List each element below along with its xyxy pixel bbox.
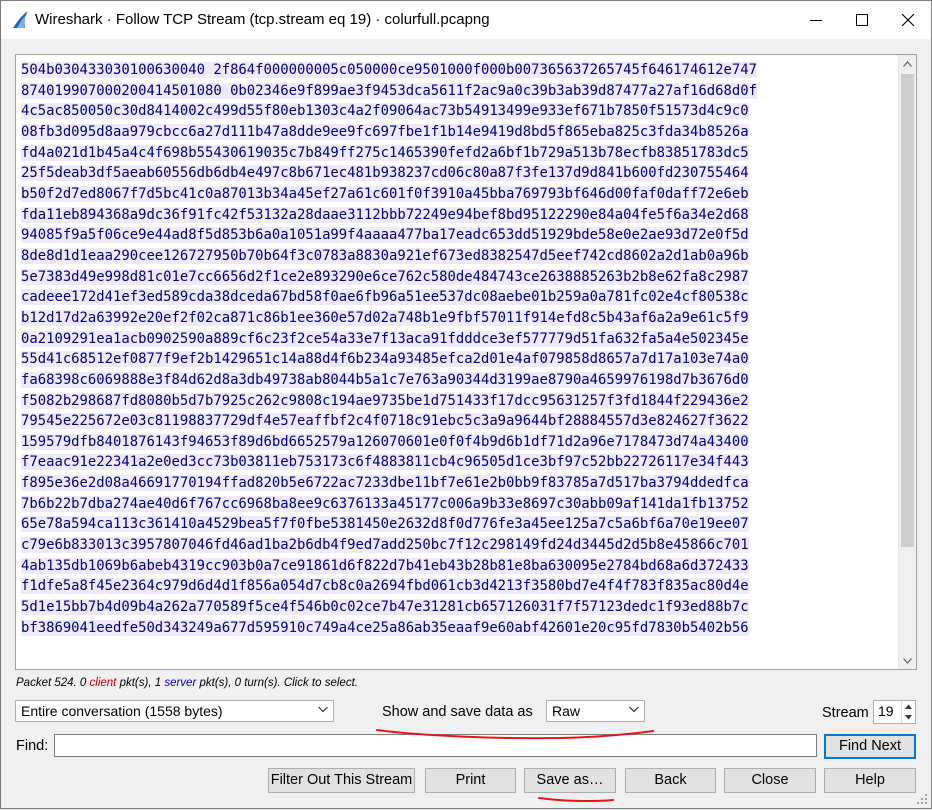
stream-line: f5082b298687fd8080b5d7b7925c262c9808c194… <box>21 392 749 409</box>
stream-status-line: Packet 524. 0 client pkt(s), 1 server pk… <box>16 677 358 689</box>
chevron-down-icon <box>629 706 639 713</box>
chevron-up-icon <box>905 704 912 709</box>
close-button[interactable]: Close <box>724 768 816 793</box>
stream-number-spinbox[interactable]: 19 <box>873 700 916 724</box>
stream-line: 65e78a594ca113c361410a4529bea5f7f0fbe538… <box>21 516 749 533</box>
title-bar[interactable]: Wireshark · Follow TCP Stream (tcp.strea… <box>1 1 931 39</box>
chevron-down-icon <box>318 706 328 713</box>
stream-number-value: 19 <box>878 703 894 719</box>
scrollbar-thumb[interactable] <box>901 74 914 547</box>
stream-line: f7eaac91e22341a2e0ed3cc73b03811eb753173c… <box>21 454 749 471</box>
minimize-button[interactable] <box>793 1 839 39</box>
follow-tcp-stream-window: Wireshark · Follow TCP Stream (tcp.strea… <box>0 0 932 809</box>
find-next-button[interactable]: Find Next <box>824 734 916 759</box>
stream-text[interactable]: 504b030433030100630040 2f864f000000005c0… <box>16 60 901 638</box>
stream-line: fda11eb894368a9dc36f91fc42f53132a28daae3… <box>21 206 749 223</box>
find-label: Find: <box>16 738 49 754</box>
stream-line: 08fb3d095d8aa979cbcc6a27d111b47a8dde9ee9… <box>21 123 749 140</box>
filter-out-stream-button[interactable]: Filter Out This Stream <box>268 768 415 793</box>
stream-line: 5e7383d49e998d81c01e7cc6656d2f1ce2e89329… <box>21 268 749 285</box>
stream-line: b50f2d7ed8067f7d5bc41c0a87013b34a45ef27a… <box>21 185 749 202</box>
stream-line: f1dfe5a8f45e2364c979d6d4d1f856a054d7cb8c… <box>21 578 749 595</box>
stream-line: c79e6b833013c3957807046fd46ad1ba2b6db4f9… <box>21 537 749 554</box>
scroll-up-button[interactable] <box>899 55 916 72</box>
stream-line: 7b6b22b7dba274ae40d6f767cc6968ba8ee9c637… <box>21 495 749 512</box>
close-window-button[interactable] <box>885 1 931 39</box>
stream-line: 159579dfb8401876143f94653f89d6bd6652579a… <box>21 433 749 450</box>
stream-line: cadeee172d41ef3ed589cda38dceda67bd58f0ae… <box>21 289 749 306</box>
stream-line: 4c5ac850050c30d8414002c499d55f80eb1303c4… <box>21 103 749 120</box>
maximize-button[interactable] <box>839 1 885 39</box>
stream-line: fa68398c6069888e3f84d62d8a3db49738ab8044… <box>21 371 749 388</box>
stream-line: 0a2109291ea1acb0902590a889cf6c23f2ce54a3… <box>21 330 749 347</box>
stream-line: fd4a021d1b45a4c4f698b55430619035c7b849ff… <box>21 144 749 161</box>
stream-line: f895e36e2d08a46691770194ffad820b5e6722ac… <box>21 475 749 492</box>
spin-up-button[interactable] <box>901 701 915 712</box>
save-as-button[interactable]: Save as… <box>524 768 616 793</box>
spin-down-button[interactable] <box>901 712 915 723</box>
stream-line: 79545e225672e03c81198837729df4e57eaffbf2… <box>21 413 749 430</box>
vertical-scrollbar[interactable] <box>898 55 916 669</box>
stream-line: b12d17d2a63992e20ef2f02ca871c86b1ee360e5… <box>21 309 749 326</box>
stream-content-view[interactable]: 504b030433030100630040 2f864f000000005c0… <box>15 54 917 670</box>
resize-grip-icon[interactable] <box>916 793 928 805</box>
maximize-icon <box>856 14 868 26</box>
stream-line: 94085f9a5f06ce9e44ad8f5d853b6a0a1051a99f… <box>21 227 749 244</box>
close-icon <box>902 14 914 26</box>
stream-line: 55d41c68512ef0877f9ef2b1429651c14a88d4f6… <box>21 351 749 368</box>
chevron-down-icon <box>903 657 912 664</box>
show-as-label: Show and save data as <box>382 704 533 720</box>
conversation-select[interactable]: Entire conversation (1558 bytes) <box>15 700 334 722</box>
stream-line: 8de8d1d1eaa290cee126727950b70b64f3c0783a… <box>21 247 749 264</box>
scroll-down-button[interactable] <box>899 652 916 669</box>
back-button[interactable]: Back <box>625 768 716 793</box>
chevron-down-icon <box>905 715 912 720</box>
find-input[interactable] <box>54 734 817 757</box>
minimize-icon <box>810 20 822 21</box>
show-as-select[interactable]: Raw <box>546 700 645 722</box>
stream-line: 504b030433030100630040 2f864f000000005c0… <box>21 62 757 78</box>
client-label: client <box>89 677 117 689</box>
stream-line: 874019907000200414501080 0b02346e9f899ae… <box>21 82 757 99</box>
stream-line: bf3869041eedfe50d343249a677d595910c749a4… <box>21 619 749 636</box>
window-title: Wireshark · Follow TCP Stream (tcp.strea… <box>35 11 490 28</box>
print-button[interactable]: Print <box>425 768 516 793</box>
stream-line: 5d1e15bb7b4d09b4a262a770589f5ce4f546b0c0… <box>21 599 749 616</box>
help-button[interactable]: Help <box>824 768 916 793</box>
stream-line: 4ab135db1069b6abeb4319cc903b0a7ce91861d6… <box>21 557 749 574</box>
chevron-up-icon <box>903 60 912 67</box>
server-label: server <box>164 677 197 689</box>
stream-line: 25f5deab3df5aeab60556db6db4e497c8b671ec4… <box>21 165 749 182</box>
wireshark-fin-icon <box>13 11 28 28</box>
stream-label: Stream <box>822 705 869 721</box>
